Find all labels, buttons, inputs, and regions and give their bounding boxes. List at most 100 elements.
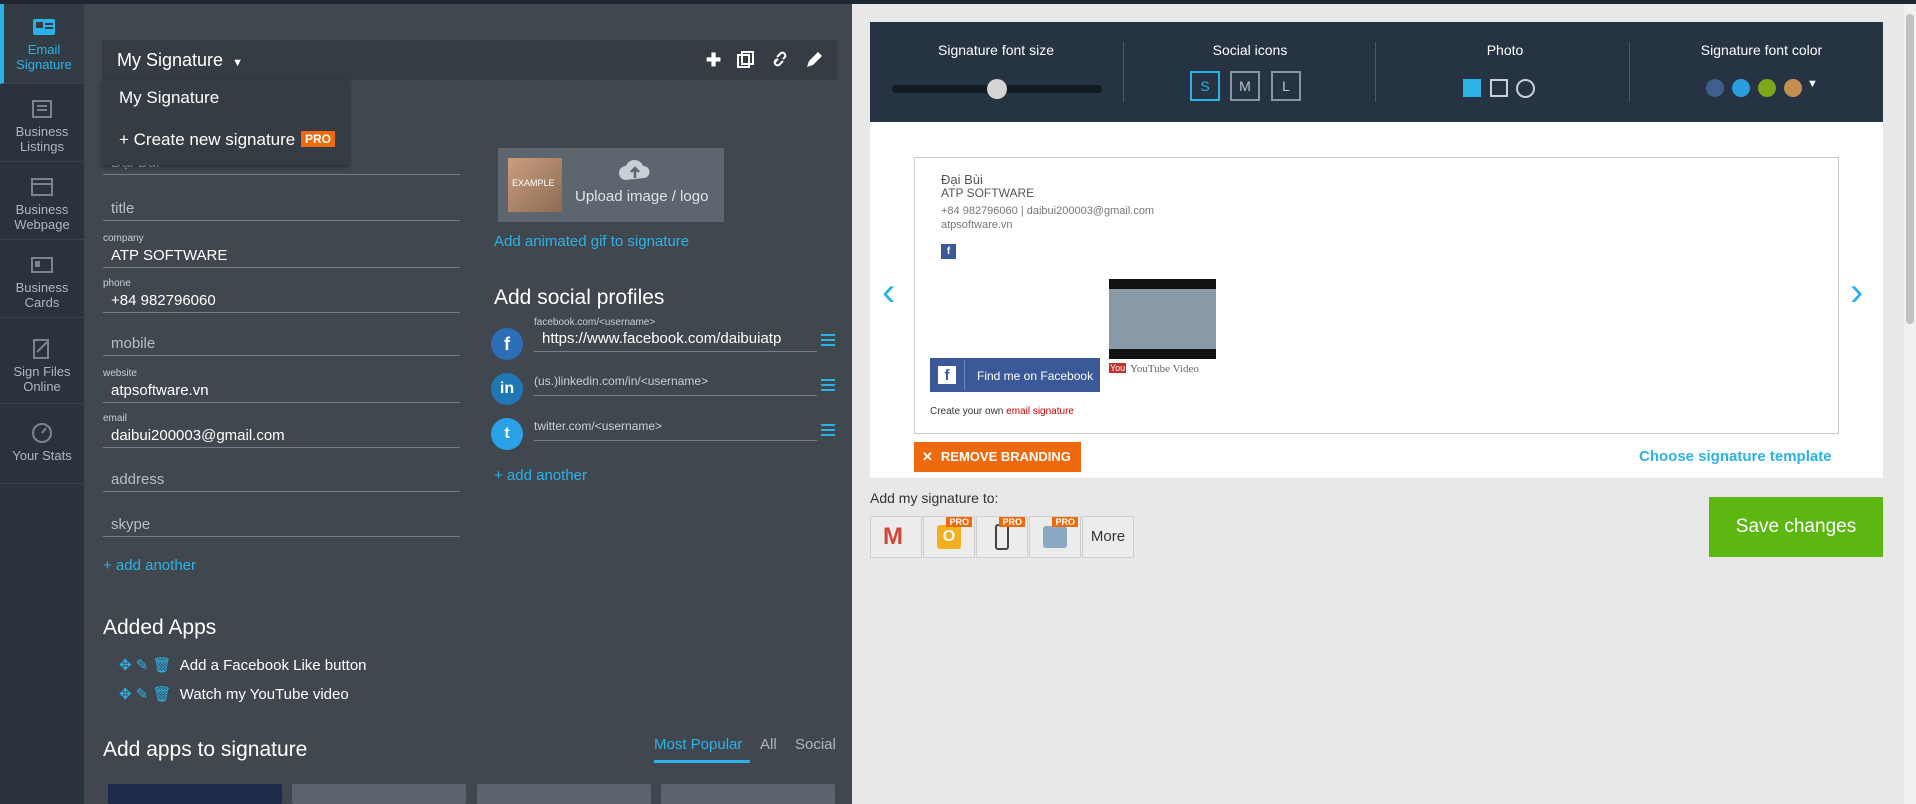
preview-website: atpsoftware.vn <box>941 219 1013 231</box>
company-field[interactable]: company ATP SOFTWARE <box>103 233 460 268</box>
divider <box>1629 42 1630 102</box>
edit-icon[interactable]: ✎ <box>136 686 149 703</box>
photo-label: Photo <box>1486 42 1524 58</box>
nav-label: Listings <box>19 139 65 154</box>
outlook-icon: O <box>937 525 961 549</box>
facebook-button[interactable]: f Find me on Facebook <box>930 358 1100 392</box>
nav-label: Business <box>15 202 69 217</box>
add-icon[interactable]: ✚ <box>706 50 721 71</box>
divider <box>1123 42 1124 102</box>
color-swatch[interactable] <box>1784 79 1802 97</box>
drag-handle-icon[interactable] <box>821 334 835 346</box>
color-swatch[interactable] <box>1732 79 1750 97</box>
app-card[interactable] <box>292 784 466 804</box>
size-m-button[interactable]: M <box>1230 71 1260 101</box>
trash-icon[interactable]: 🗑 <box>153 657 172 674</box>
menu-item-my-signature[interactable]: My Signature <box>119 88 219 108</box>
website-field[interactable]: website atpsoftware.vn <box>103 368 460 403</box>
youtube-label[interactable]: YouTube Video <box>1130 363 1199 375</box>
nav-label: Your Stats <box>12 448 72 463</box>
add-another-field-link[interactable]: + add another <box>103 557 196 574</box>
photo-circle-icon[interactable] <box>1516 79 1535 98</box>
prev-template-icon[interactable]: ‹ <box>882 272 895 312</box>
close-icon: ✕ <box>922 449 933 464</box>
choose-template-link[interactable]: Choose signature template <box>1639 448 1832 465</box>
size-l-button[interactable]: L <box>1271 71 1301 101</box>
app-card[interactable] <box>108 784 282 804</box>
skype-field[interactable]: skype <box>103 514 460 537</box>
field-label: phone <box>103 278 131 289</box>
color-swatch[interactable] <box>1706 79 1724 97</box>
linkedin-icon: in <box>491 373 523 405</box>
side-nav: Email Signature Business Listings Busine… <box>0 4 84 804</box>
remove-branding-button[interactable]: ✕ REMOVE BRANDING <box>914 442 1081 472</box>
tab-all[interactable]: All <box>760 736 777 753</box>
address-field[interactable]: address <box>103 469 460 492</box>
social-title: Add social profiles <box>494 286 665 309</box>
link-icon[interactable] <box>771 51 789 69</box>
app-card[interactable] <box>661 784 835 804</box>
tab-social[interactable]: Social <box>795 736 836 753</box>
menu-item-create-signature[interactable]: + Create new signature <box>119 130 295 150</box>
nav-label: Webpage <box>14 217 70 232</box>
tab-most-popular[interactable]: Most Popular <box>654 736 750 763</box>
nav-sign-files-online[interactable]: Sign Files Online <box>0 318 84 404</box>
photo-square-filled-icon[interactable] <box>1463 79 1481 97</box>
caret-down-icon[interactable]: ▼ <box>1807 78 1818 90</box>
nav-your-stats[interactable]: Your Stats <box>0 404 84 484</box>
phone-field[interactable]: phone +84 982796060 <box>103 278 460 313</box>
youtube-thumbnail[interactable] <box>1109 279 1216 359</box>
nav-business-cards[interactable]: Business Cards <box>0 240 84 318</box>
field-value: ATP SOFTWARE <box>111 247 228 264</box>
add-another-social-link[interactable]: + add another <box>494 467 587 484</box>
mobile-button[interactable]: PRO <box>976 516 1028 558</box>
color-swatch[interactable] <box>1758 79 1776 97</box>
remove-branding-label: REMOVE BRANDING <box>940 449 1071 464</box>
linkedin-input[interactable]: (us.)linkedin.com/in/<username> <box>534 370 817 396</box>
upload-image-button[interactable]: EXAMPLE Upload image / logo <box>498 148 724 222</box>
next-template-icon[interactable]: › <box>1850 272 1863 312</box>
mobile-field[interactable]: mobile <box>103 333 460 356</box>
gmail-button[interactable]: M <box>870 516 922 558</box>
email-field[interactable]: email daibui200003@gmail.com <box>103 413 460 448</box>
edit-icon[interactable]: ✎ <box>136 657 149 674</box>
edit-icon[interactable] <box>805 51 823 69</box>
copy-icon[interactable] <box>737 51 755 69</box>
signature-card: Đại Bùi ATP SOFTWARE +84 982796060 | dai… <box>914 157 1839 434</box>
added-app-label: Add a Facebook Like button <box>179 657 367 674</box>
scrollbar[interactable] <box>1904 4 1916 804</box>
apple-mail-button[interactable]: PRO <box>1029 516 1081 558</box>
cloud-upload-icon <box>619 159 650 180</box>
save-changes-button[interactable]: Save changes <box>1709 497 1883 557</box>
app-card[interactable] <box>477 784 651 804</box>
nav-business-listings[interactable]: Business Listings <box>0 84 84 162</box>
size-s-button[interactable]: S <box>1190 71 1220 101</box>
move-icon[interactable]: ✥ <box>119 657 132 674</box>
upload-label: Upload image / logo <box>575 188 709 205</box>
field-value: +84 982796060 <box>111 292 216 309</box>
menu-item-label: + Create new signature <box>119 130 296 149</box>
more-button[interactable]: More <box>1082 516 1134 558</box>
move-icon[interactable]: ✥ <box>119 686 132 703</box>
pro-badge: PRO <box>301 131 336 147</box>
font-size-slider-thumb[interactable] <box>987 79 1007 99</box>
facebook-icon[interactable]: f <box>941 244 956 259</box>
facebook-icon: f <box>938 366 956 384</box>
photo-square-icon[interactable] <box>1490 79 1508 97</box>
twitter-input[interactable]: twitter.com/<username> <box>534 415 817 441</box>
title-field[interactable]: title <box>103 198 460 221</box>
preview-company: ATP SOFTWARE <box>941 186 1035 200</box>
facebook-input[interactable]: https://www.facebook.com/daibuiatp <box>534 330 817 352</box>
nav-label: Signature <box>16 57 72 72</box>
signature-dropdown[interactable]: My Signature ▼ <box>117 50 243 71</box>
trash-icon[interactable]: 🗑 <box>153 686 172 703</box>
nav-email-signature[interactable]: Email Signature <box>0 4 84 84</box>
add-gif-link[interactable]: Add animated gif to signature <box>494 233 689 250</box>
pro-badge: PRO <box>999 517 1025 527</box>
drag-handle-icon[interactable] <box>821 424 835 436</box>
nav-business-webpage[interactable]: Business Webpage <box>0 162 84 240</box>
footer-link[interactable]: email signature <box>1006 406 1074 417</box>
outlook-button[interactable]: O PRO <box>923 516 975 558</box>
scrollbar-thumb[interactable] <box>1906 14 1914 324</box>
drag-handle-icon[interactable] <box>821 379 835 391</box>
